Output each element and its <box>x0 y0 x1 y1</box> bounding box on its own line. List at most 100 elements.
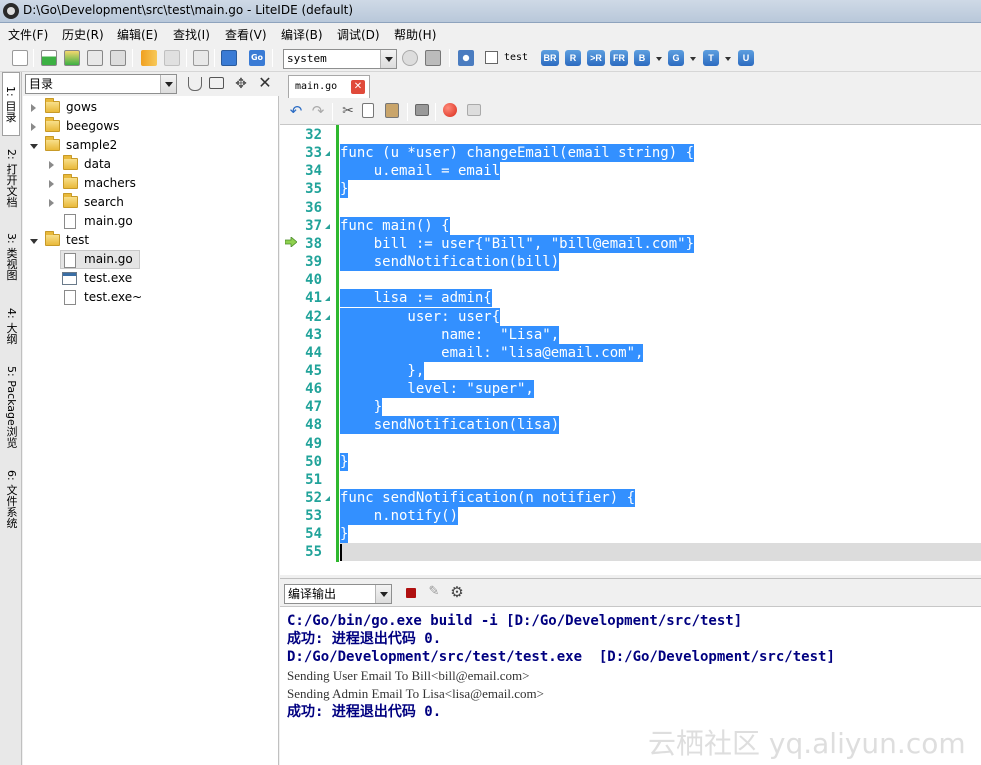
forward-arrow-icon[interactable] <box>164 50 180 66</box>
code-editor[interactable]: 32 33 34 35 36 37 38 39 40 41 42 43 44 45 46 47 48 49 50 51… <box>280 125 981 575</box>
save-all-icon[interactable] <box>110 50 126 66</box>
go-icon[interactable]: Go <box>249 50 265 66</box>
gear-icon[interactable]: ⚙ <box>449 584 465 600</box>
tree-row-gows[interactable]: gows <box>23 98 278 117</box>
tree-label: main.go <box>84 214 133 228</box>
open-file-icon[interactable] <box>41 50 57 66</box>
line-number: 39 <box>305 254 322 271</box>
clear-output-icon[interactable]: ✎ <box>427 585 441 599</box>
panel-view-select[interactable]: 目录 <box>25 74 177 94</box>
test-checkbox[interactable] <box>485 51 498 64</box>
expand-arrow-icon[interactable] <box>31 104 36 112</box>
liteide-app-icon <box>3 3 19 19</box>
tree-row-sample2[interactable]: sample2 <box>23 136 278 155</box>
open-folder-icon[interactable] <box>64 50 80 66</box>
menu-history[interactable]: 历史(R) <box>62 26 104 43</box>
expand-arrow-icon[interactable] <box>49 180 54 188</box>
menu-build[interactable]: 编译(B) <box>281 26 323 43</box>
folder-icon <box>45 136 60 151</box>
folder-icon <box>63 174 78 189</box>
fold-marker-icon[interactable] <box>325 296 330 302</box>
close-tab-icon[interactable]: ✕ <box>351 80 365 94</box>
tree-label: test <box>66 233 90 247</box>
menu-help[interactable]: 帮助(H) <box>394 26 436 43</box>
expand-arrow-icon[interactable] <box>49 199 54 207</box>
save-icon[interactable] <box>87 50 103 66</box>
tree-row-test-exe-backup[interactable]: test.exe~ <box>23 288 278 307</box>
tab-outline[interactable]: 4: 大纲 <box>2 300 20 352</box>
environment-select-value: system <box>287 52 327 65</box>
watermark: 云栖社区 yq.aliyun.com <box>648 727 966 760</box>
menu-edit[interactable]: 编辑(E) <box>117 26 158 43</box>
tree-row-test-exe[interactable]: test.exe <box>23 269 278 288</box>
selected-code-text: }, <box>340 361 425 380</box>
breakpoint-icon[interactable] <box>443 103 457 117</box>
tree-row-test-main-go[interactable]: main.go <box>60 250 140 269</box>
folder-icon <box>63 155 78 170</box>
paste-icon[interactable] <box>385 103 399 118</box>
tree-row-test[interactable]: test <box>23 231 278 250</box>
tree-row-machers[interactable]: machers <box>23 174 278 193</box>
tools-icon[interactable] <box>193 50 209 66</box>
fold-marker-icon[interactable] <box>325 496 330 501</box>
tree-row-search[interactable]: search <box>23 193 278 212</box>
tree-row-data[interactable]: data <box>23 155 278 174</box>
line-number: 32 <box>305 127 322 143</box>
selected-code-text: level: "super", <box>340 380 534 399</box>
test-dropdown-icon[interactable] <box>725 57 731 61</box>
tab-file-system[interactable]: 6: 文件系统 <box>2 462 20 537</box>
test-button[interactable]: T <box>703 50 719 66</box>
close-icon[interactable]: ✕ <box>257 75 273 91</box>
tab-package-browser[interactable]: 5: Package浏览 <box>2 362 20 452</box>
environment-select[interactable]: system <box>283 49 397 69</box>
filter-icon[interactable] <box>188 77 202 91</box>
collapse-arrow-icon[interactable] <box>30 239 38 244</box>
tab-directory[interactable]: 1: 目录 <box>2 72 20 136</box>
go-get-button[interactable]: G <box>668 50 684 66</box>
tree-row-sample2-main-go[interactable]: main.go <box>23 212 278 231</box>
collapse-arrow-icon[interactable] <box>30 144 38 149</box>
build-button[interactable]: B <box>634 50 650 66</box>
new-file-icon[interactable] <box>12 50 28 66</box>
expand-arrow-icon[interactable] <box>49 161 54 169</box>
tree-row-beegows[interactable]: beegows <box>23 117 278 136</box>
line-number: 36 <box>305 199 322 216</box>
undo-icon[interactable]: ↶ <box>288 103 304 119</box>
lock-icon[interactable] <box>415 104 429 116</box>
expand-all-icon[interactable]: ✥ <box>233 76 249 92</box>
run-button[interactable]: R <box>565 50 581 66</box>
file-icon <box>64 253 76 268</box>
expand-arrow-icon[interactable] <box>31 123 36 131</box>
stop-icon[interactable] <box>406 588 416 598</box>
tab-class-view[interactable]: 3: 类视图 <box>2 227 20 287</box>
file-run-button[interactable]: FR <box>610 50 628 66</box>
fold-marker-icon[interactable] <box>325 223 330 229</box>
menu-file[interactable]: 文件(F) <box>8 26 48 43</box>
get-dropdown-icon[interactable] <box>690 57 696 61</box>
home-icon[interactable] <box>221 50 237 66</box>
copy-icon[interactable] <box>362 103 374 118</box>
redo-icon[interactable]: ↷ <box>310 103 326 119</box>
line-number: 54 <box>305 526 322 543</box>
output-line: C:/Go/bin/go.exe build -i [D:/Go/Develop… <box>287 613 743 629</box>
menu-debug[interactable]: 调试(D) <box>337 26 380 43</box>
refresh-icon[interactable] <box>402 50 418 66</box>
build-run-button[interactable]: BR <box>541 50 559 66</box>
build-dropdown-icon[interactable] <box>656 57 662 61</box>
menu-view[interactable]: 查看(V) <box>225 26 267 43</box>
sync-editor-icon[interactable] <box>209 77 224 89</box>
menu-find[interactable]: 查找(I) <box>173 26 210 43</box>
gear-icon[interactable] <box>458 50 474 66</box>
format-icon[interactable] <box>467 104 481 116</box>
tab-open-documents[interactable]: 2: 打开文档 <box>2 142 20 214</box>
run-terminal-button[interactable]: >R <box>587 50 605 66</box>
fold-marker-icon[interactable] <box>325 151 330 157</box>
code-line: } <box>340 180 349 199</box>
fold-marker-icon[interactable] <box>325 314 330 320</box>
output-select[interactable]: 编译输出 <box>284 584 392 604</box>
tab-main-go[interactable]: main.go ✕ <box>288 75 370 98</box>
back-arrow-icon[interactable] <box>141 50 157 66</box>
cut-icon[interactable]: ✂ <box>340 103 356 119</box>
env-edit-icon[interactable] <box>425 50 441 66</box>
update-button[interactable]: U <box>738 50 754 66</box>
